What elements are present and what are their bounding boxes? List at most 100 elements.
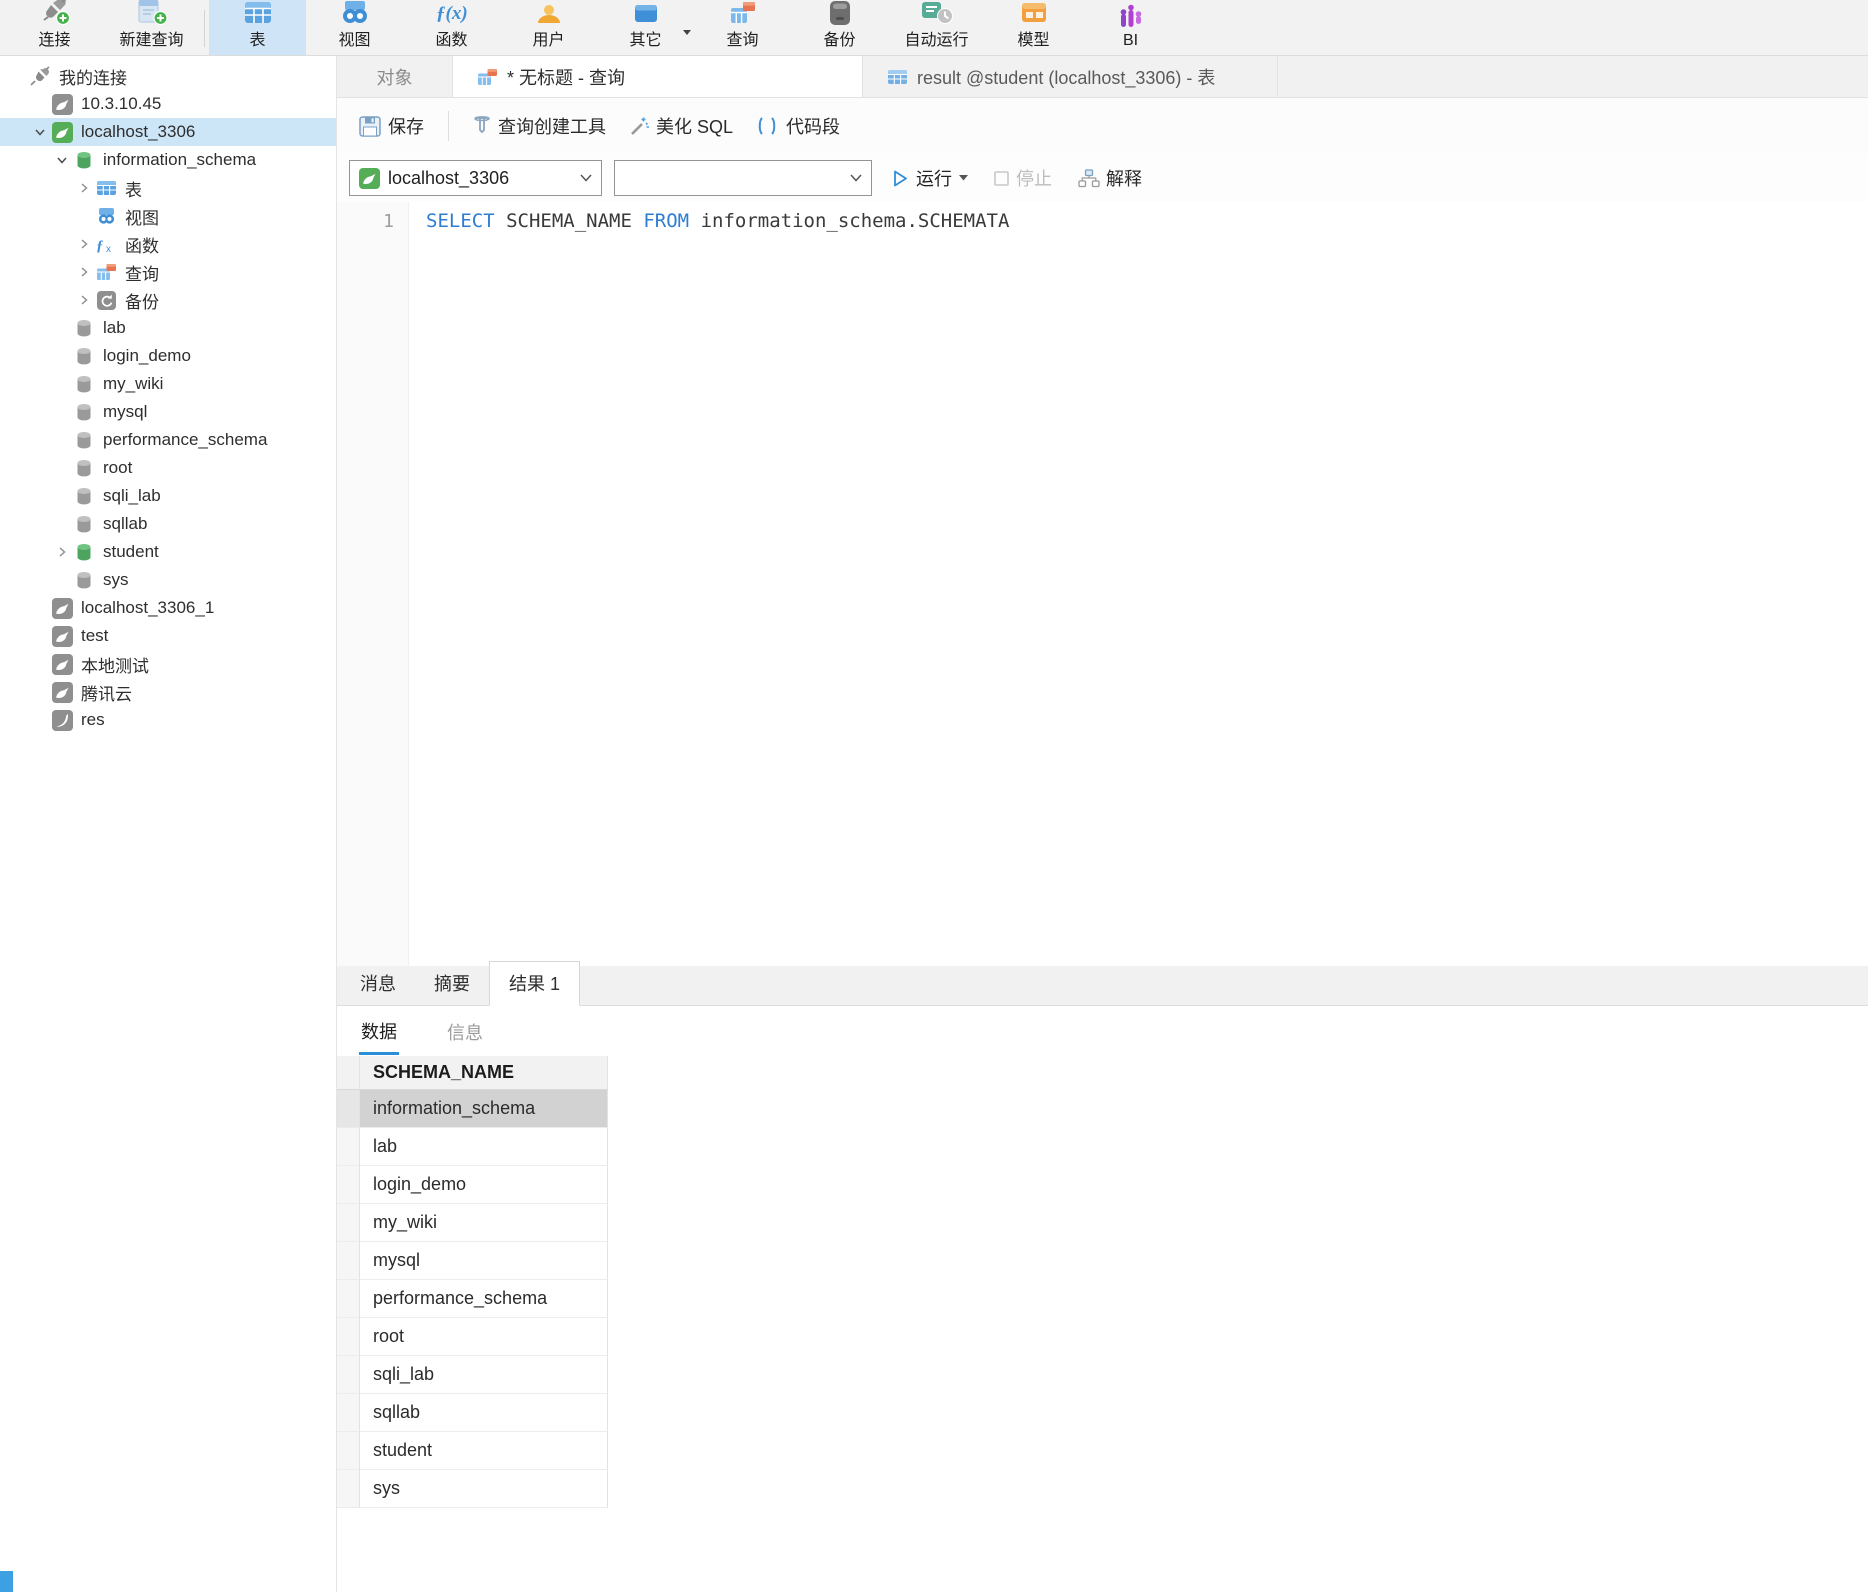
tree-item-localhost_3306_1[interactable]: localhost_3306_1 [0,594,336,622]
grid-row-selector[interactable] [337,1128,360,1166]
connection-select[interactable]: localhost_3306 [349,160,602,196]
query-toolbar: 保存 查询创建工具 美化 SQL 代码段 [337,98,1868,154]
expander-closed-icon[interactable] [74,266,94,278]
grid-row-selector[interactable] [337,1204,360,1242]
query-builder-button[interactable]: 查询创建工具 [465,107,614,145]
sql-code-area[interactable]: SELECT SCHEMA_NAME FROM information_sche… [409,202,1868,966]
grid-cell[interactable]: performance_schema [360,1280,608,1318]
toolbar-item-BI[interactable]: BI [1082,0,1179,55]
run-button[interactable]: 运行 [892,165,968,191]
grid-row[interactable]: lab [337,1128,608,1166]
grid-row[interactable]: root [337,1318,608,1356]
tree-item-腾讯云[interactable]: 腾讯云 [0,678,336,706]
expander-closed-icon[interactable] [52,546,72,558]
grid-row-selector[interactable] [337,1242,360,1280]
code-snippet-button[interactable]: 代码段 [747,107,848,145]
tree-item-函数[interactable]: ƒx函数 [0,230,336,258]
explain-button[interactable]: 解释 [1078,165,1142,191]
tree-item-sys[interactable]: sys [0,566,336,594]
tree-item-root[interactable]: root [0,454,336,482]
tree-item-sqli_lab[interactable]: sqli_lab [0,482,336,510]
tree-item-student[interactable]: student [0,538,336,566]
tree-item-label: sys [103,570,129,590]
tree-item-mysql[interactable]: mysql [0,398,336,426]
grid-row-selector[interactable] [337,1394,360,1432]
tree-item-本地测试[interactable]: 本地测试 [0,650,336,678]
grid-row[interactable]: sqli_lab [337,1356,608,1394]
grid-row-selector[interactable] [337,1432,360,1470]
tree-item-lab[interactable]: lab [0,314,336,342]
grid-row[interactable]: performance_schema [337,1280,608,1318]
expander-closed-icon[interactable] [74,238,94,250]
save-button[interactable]: 保存 [351,107,432,145]
grid-cell[interactable]: information_schema [360,1090,608,1128]
tree-item-localhost_3306[interactable]: localhost_3306 [0,118,336,146]
expander-open-icon[interactable] [30,127,50,137]
toolbar-item-函数[interactable]: ƒ(x)函数 [403,0,500,55]
toolbar-item-表[interactable]: 表 [209,0,306,55]
tree-item-performance_schema[interactable]: performance_schema [0,426,336,454]
grid-cell[interactable]: mysql [360,1242,608,1280]
grid-column-header[interactable]: SCHEMA_NAME [360,1056,608,1090]
grid-row[interactable]: login_demo [337,1166,608,1204]
toolbar-item-模型[interactable]: 模型 [985,0,1082,55]
grid-cell[interactable]: sqli_lab [360,1356,608,1394]
tree-item-my_wiki[interactable]: my_wiki [0,370,336,398]
result-subtab-信息[interactable]: 信息 [445,1009,485,1053]
tree-item-查询[interactable]: 查询 [0,258,336,286]
grid-row[interactable]: information_schema [337,1090,608,1128]
toolbar-item-用户[interactable]: 用户 [500,0,597,55]
grid-row-selector[interactable] [337,1056,360,1090]
tree-item-备份[interactable]: 备份 [0,286,336,314]
grid-row[interactable]: mysql [337,1242,608,1280]
result-subtab-数据[interactable]: 数据 [359,1008,399,1055]
grid-row[interactable]: sqllab [337,1394,608,1432]
grid-row-selector[interactable] [337,1090,360,1128]
document-tab-1[interactable]: 对象 [337,56,453,97]
grid-cell[interactable]: my_wiki [360,1204,608,1242]
tree-item-information_schema[interactable]: information_schema [0,146,336,174]
dropdown-caret-icon[interactable] [683,30,691,35]
result-tab-结果 1[interactable]: 结果 1 [489,961,580,1006]
tree-item-10.3.10.45[interactable]: 10.3.10.45 [0,90,336,118]
grid-row[interactable]: sys [337,1470,608,1508]
toolbar-item-自动运行[interactable]: 自动运行 [888,0,985,55]
grid-cell[interactable]: sys [360,1470,608,1508]
grid-cell[interactable]: root [360,1318,608,1356]
tree-item-test[interactable]: test [0,622,336,650]
database-select[interactable] [614,160,872,196]
grid-cell[interactable]: student [360,1432,608,1470]
toolbar-item-新建查询[interactable]: 新建查询 [103,0,200,55]
toolbar-item-其它[interactable]: 其它 [597,0,694,55]
document-tab-2[interactable]: * 无标题 - 查询 [453,56,863,97]
expander-closed-icon[interactable] [74,294,94,306]
document-tab-3[interactable]: result @student (localhost_3306) - 表 [863,56,1278,97]
expander-closed-icon[interactable] [74,182,94,194]
tree-item-表[interactable]: 表 [0,174,336,202]
grid-row-selector[interactable] [337,1166,360,1204]
result-tab-消息[interactable]: 消息 [341,962,415,1005]
result-tab-摘要[interactable]: 摘要 [415,962,489,1005]
query-builder-icon [473,116,491,137]
grid-row-selector[interactable] [337,1356,360,1394]
run-options-caret-icon[interactable] [959,175,968,181]
tree-item-res[interactable]: res [0,706,336,734]
grid-cell[interactable]: lab [360,1128,608,1166]
grid-row-selector[interactable] [337,1470,360,1508]
toolbar-item-查询[interactable]: 查询 [694,0,791,55]
toolbar-item-备份[interactable]: 备份 [791,0,888,55]
tree-item-sqllab[interactable]: sqllab [0,510,336,538]
grid-row[interactable]: my_wiki [337,1204,608,1242]
grid-cell[interactable]: login_demo [360,1166,608,1204]
grid-row-selector[interactable] [337,1280,360,1318]
grid-cell[interactable]: sqllab [360,1394,608,1432]
tree-item-login_demo[interactable]: login_demo [0,342,336,370]
tree-item-视图[interactable]: 视图 [0,202,336,230]
tree-item-我的连接[interactable]: 我的连接 [0,62,336,90]
beautify-sql-button[interactable]: 美化 SQL [620,107,741,145]
toolbar-item-视图[interactable]: 视图 [306,0,403,55]
expander-open-icon[interactable] [52,155,72,165]
grid-row-selector[interactable] [337,1318,360,1356]
toolbar-item-连接[interactable]: 连接 [6,0,103,55]
grid-row[interactable]: student [337,1432,608,1470]
